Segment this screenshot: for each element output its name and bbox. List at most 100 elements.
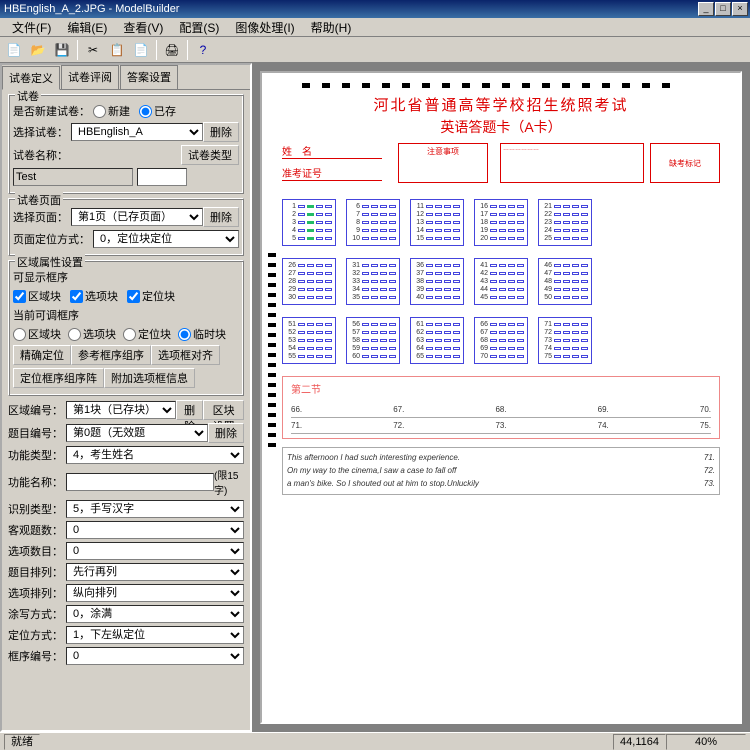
instructions-box: ……………… xyxy=(500,143,644,183)
func-name-input[interactable] xyxy=(66,473,214,491)
btn-ref[interactable]: 参考框序组序 xyxy=(71,345,151,365)
help-icon[interactable]: ? xyxy=(192,39,214,61)
topic-del[interactable]: 删除 xyxy=(208,423,244,443)
maximize-button[interactable]: □ xyxy=(715,2,731,16)
r-region[interactable] xyxy=(13,328,26,341)
left-timing-marks xyxy=(268,253,276,447)
exam-no-label: 准考证号 xyxy=(282,165,382,181)
block-del[interactable]: 删除 xyxy=(176,400,203,420)
save-icon[interactable]: 💾 xyxy=(51,39,73,61)
rec-type-label: 识别类型： xyxy=(8,501,63,517)
paint-select[interactable]: 0，涂满 xyxy=(66,605,244,623)
tab-review[interactable]: 试卷评阅 xyxy=(61,65,119,89)
paste-icon[interactable]: 📄 xyxy=(130,39,152,61)
group-page: 试卷页面 选择页面： 第1页（已存页面） 删除 页面定位方式： 0，定位块定位 xyxy=(8,198,244,256)
func-name-label: 功能名称： xyxy=(8,474,63,490)
opt-count-select[interactable]: 0 xyxy=(66,542,244,560)
barcode-area: 注意事项 xyxy=(398,143,488,183)
tab-answer[interactable]: 答案设置 xyxy=(120,65,178,89)
answer-block: 1112131415 xyxy=(410,199,464,246)
fill-row-1: 66.67.68.69.70. xyxy=(291,402,711,418)
paper-extra-input[interactable] xyxy=(137,168,187,186)
status-coords: 44,1164 xyxy=(613,734,666,750)
locate-select[interactable]: 1，下左纵定位 xyxy=(66,626,244,644)
minimize-button[interactable]: _ xyxy=(698,2,714,16)
answer-sheet: 河北省普通高等学校招生统照考试 英语答题卡（A卡） 姓 名 准考证号 注意事项 … xyxy=(260,71,742,724)
close-button[interactable]: × xyxy=(732,2,748,16)
new-icon[interactable]: 📄 xyxy=(3,39,25,61)
sheet-subtitle: 英语答题卡（A卡） xyxy=(282,117,720,137)
obj-count-select[interactable]: 0 xyxy=(66,521,244,539)
document-viewport[interactable]: 河北省普通高等学校招生统照考试 英语答题卡（A卡） 姓 名 准考证号 注意事项 … xyxy=(252,63,750,732)
left-panel: 试卷定义 试卷评阅 答案设置 试卷 是否新建试卷： 新建 已存 选择试卷： HB… xyxy=(0,63,252,732)
answer-block: 5152535455 xyxy=(282,317,336,364)
frame-select[interactable]: 0 xyxy=(66,647,244,665)
page-select-label: 选择页面： xyxy=(13,209,68,225)
r-option[interactable] xyxy=(68,328,81,341)
r-locate[interactable] xyxy=(123,328,136,341)
chk-region[interactable] xyxy=(13,290,26,303)
paper-type-button[interactable]: 试卷类型 xyxy=(181,145,239,165)
cut-icon[interactable]: ✂ xyxy=(82,39,104,61)
chk-locate[interactable] xyxy=(127,290,140,303)
opt-arr-select[interactable]: 纵向排列 xyxy=(66,584,244,602)
radio-exist-label: 已存 xyxy=(154,103,176,119)
answer-block: 12345 xyxy=(282,199,336,246)
func-type-select[interactable]: 4，考生姓名 xyxy=(66,446,244,464)
rec-type-select[interactable]: 5，手写汉字 xyxy=(66,500,244,518)
delete-paper-button[interactable]: 删除 xyxy=(203,122,239,142)
block-set[interactable]: 区块设置 xyxy=(203,400,244,420)
btn-locate-arr[interactable]: 定位框序组序阵 xyxy=(13,368,104,388)
menu-edit[interactable]: 编辑(E) xyxy=(59,18,115,37)
block-select[interactable]: 第1块（已存块） xyxy=(66,401,176,419)
new-paper-label: 是否新建试卷： xyxy=(13,103,90,119)
btn-align[interactable]: 选项框对齐 xyxy=(151,345,220,365)
titlebar-text: HBEnglish_A_2.JPG - ModelBuilder xyxy=(2,3,697,15)
essay-l2: On my way to the cinema,I saw a case to … xyxy=(287,465,456,478)
topic-label: 题目编号： xyxy=(8,425,63,441)
menu-image[interactable]: 图像处理(I) xyxy=(227,18,302,37)
menu-file[interactable]: 文件(F) xyxy=(4,18,59,37)
answer-block: 1617181920 xyxy=(474,199,528,246)
anchor-select[interactable]: 0，定位块定位 xyxy=(93,230,239,248)
tab-define[interactable]: 试卷定义 xyxy=(2,66,60,90)
menu-config[interactable]: 配置(S) xyxy=(171,18,227,37)
paper-name-label: 试卷名称： xyxy=(13,147,68,163)
answer-block: 2122232425 xyxy=(538,199,592,246)
delete-page-button[interactable]: 删除 xyxy=(203,207,239,227)
print-icon[interactable]: 🖨 xyxy=(161,39,183,61)
answer-block: 3132333435 xyxy=(346,258,400,305)
menu-view[interactable]: 查看(V) xyxy=(115,18,171,37)
answer-block: 6162636465 xyxy=(410,317,464,364)
frame-label: 框序编号： xyxy=(8,648,63,664)
func-name-hint: (限15字) xyxy=(214,467,244,497)
titlebar: HBEnglish_A_2.JPG - ModelBuilder _ □ × xyxy=(0,0,750,18)
chk-option[interactable] xyxy=(70,290,83,303)
func-type-label: 功能类型： xyxy=(8,447,63,463)
client-area: 试卷定义 试卷评阅 答案设置 试卷 是否新建试卷： 新建 已存 选择试卷： HB… xyxy=(0,63,750,732)
open-icon[interactable]: 📂 xyxy=(27,39,49,61)
toolbar: 📄 📂 💾 ✂ 📋 📄 🖨 ? xyxy=(0,37,750,63)
topic-arr-select[interactable]: 先行再列 xyxy=(66,563,244,581)
info-row: 姓 名 准考证号 注意事项 ……………… 缺考标记 xyxy=(282,143,720,187)
radio-new[interactable] xyxy=(93,105,106,118)
radio-exist[interactable] xyxy=(139,105,152,118)
essay-box: This afternoon I had such interesting ex… xyxy=(282,447,720,495)
paper-name-input[interactable] xyxy=(13,168,133,186)
answer-block: 5657585960 xyxy=(346,317,400,364)
group-region: 区域属性设置 可显示框序 区域块 选项块 定位块 当前可调框序 区域块 选项块 … xyxy=(8,260,244,396)
fill-row-2: 71.72.73.74.75. xyxy=(291,418,711,434)
opt-count-label: 选项数目： xyxy=(8,543,63,559)
btn-precise[interactable]: 精确定位 xyxy=(13,345,71,365)
topic-select[interactable]: 第0题（无效题 xyxy=(66,424,208,442)
status-ready: 就绪 xyxy=(4,734,40,750)
btn-append[interactable]: 附加选项框信息 xyxy=(104,368,195,388)
select-paper[interactable]: HBEnglish_A xyxy=(71,123,203,141)
menu-help[interactable]: 帮助(H) xyxy=(303,18,360,37)
group-region-title: 区域属性设置 xyxy=(15,254,85,270)
r-temp[interactable] xyxy=(178,328,191,341)
answer-block: 4647484950 xyxy=(538,258,592,305)
status-zoom: 40% xyxy=(666,734,746,750)
page-select[interactable]: 第1页（已存页面） xyxy=(71,208,203,226)
copy-icon[interactable]: 📋 xyxy=(106,39,128,61)
